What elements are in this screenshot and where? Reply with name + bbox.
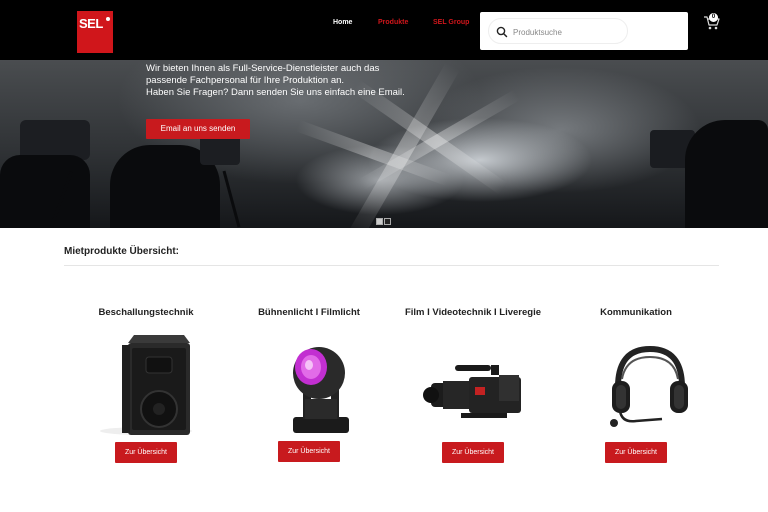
search-icon[interactable]: [495, 25, 509, 39]
search-field[interactable]: [488, 18, 628, 44]
logo-registered-mark: [106, 17, 110, 21]
hero-banner: Wir bieten Ihnen als Full-Service-Dienst…: [0, 60, 768, 228]
sel-logo[interactable]: SEL: [77, 11, 113, 53]
headset-image[interactable]: [576, 327, 696, 437]
hero-line: Haben Sie Fragen? Dann senden Sie uns ei…: [146, 87, 405, 98]
cart-count-badge: 0: [709, 13, 718, 22]
nav-home[interactable]: Home: [333, 19, 352, 26]
product-card-beschallung: Beschallungstechnik Zur Übersicht: [71, 307, 221, 463]
hero-line: Wir bieten Ihnen als Full-Service-Dienst…: [146, 63, 380, 74]
hero-message: Wir bieten Ihnen als Full-Service-Dienst…: [146, 63, 426, 99]
moving-head-light-image[interactable]: [249, 327, 369, 437]
speaker-image[interactable]: [86, 327, 206, 437]
operator-silhouette: [685, 120, 768, 228]
tripod-leg: [222, 170, 241, 228]
product-card-film: Film I Videotechnik I Liveregie Zur Über…: [398, 307, 548, 463]
zur-uebersicht-button[interactable]: Zur Übersicht: [278, 441, 340, 462]
product-title: Film I Videotechnik I Liveregie: [404, 307, 542, 318]
camera-silhouette: [200, 135, 240, 165]
zur-uebersicht-button[interactable]: Zur Übersicht: [115, 442, 177, 463]
operator-silhouette: [0, 155, 90, 228]
nav-sel-group[interactable]: SEL Group: [433, 19, 469, 26]
slide-dot-1[interactable]: [376, 218, 383, 225]
hero-line: passende Fachpersonal für Ihre Produktio…: [146, 75, 345, 86]
product-title: Bühnenlicht I Filmlicht: [258, 307, 360, 318]
section-divider: [64, 265, 719, 266]
product-card-kommunikation: Kommunikation Zur Übersicht: [561, 307, 711, 463]
logo-text: SEL: [79, 16, 103, 31]
zur-uebersicht-button[interactable]: Zur Übersicht: [442, 442, 504, 463]
slider-pagination: [376, 212, 392, 228]
product-title: Kommunikation: [600, 307, 672, 318]
camera-silhouette: [20, 120, 90, 160]
email-button[interactable]: Email an uns senden: [146, 119, 250, 139]
section-title: Mietprodukte Übersicht:: [64, 246, 180, 257]
site-header: SEL Home Produkte SEL Group 0: [0, 0, 768, 60]
slide-dot-2[interactable]: [384, 218, 391, 225]
search-input[interactable]: [513, 24, 623, 40]
product-card-buehnenlicht: Bühnenlicht I Filmlicht Zur Übersicht: [234, 307, 384, 462]
video-camera-image[interactable]: [413, 327, 533, 437]
search-panel: [480, 12, 688, 50]
product-title: Beschallungstechnik: [98, 307, 194, 318]
zur-uebersicht-button[interactable]: Zur Übersicht: [605, 442, 667, 463]
nav-produkte[interactable]: Produkte: [378, 19, 408, 26]
